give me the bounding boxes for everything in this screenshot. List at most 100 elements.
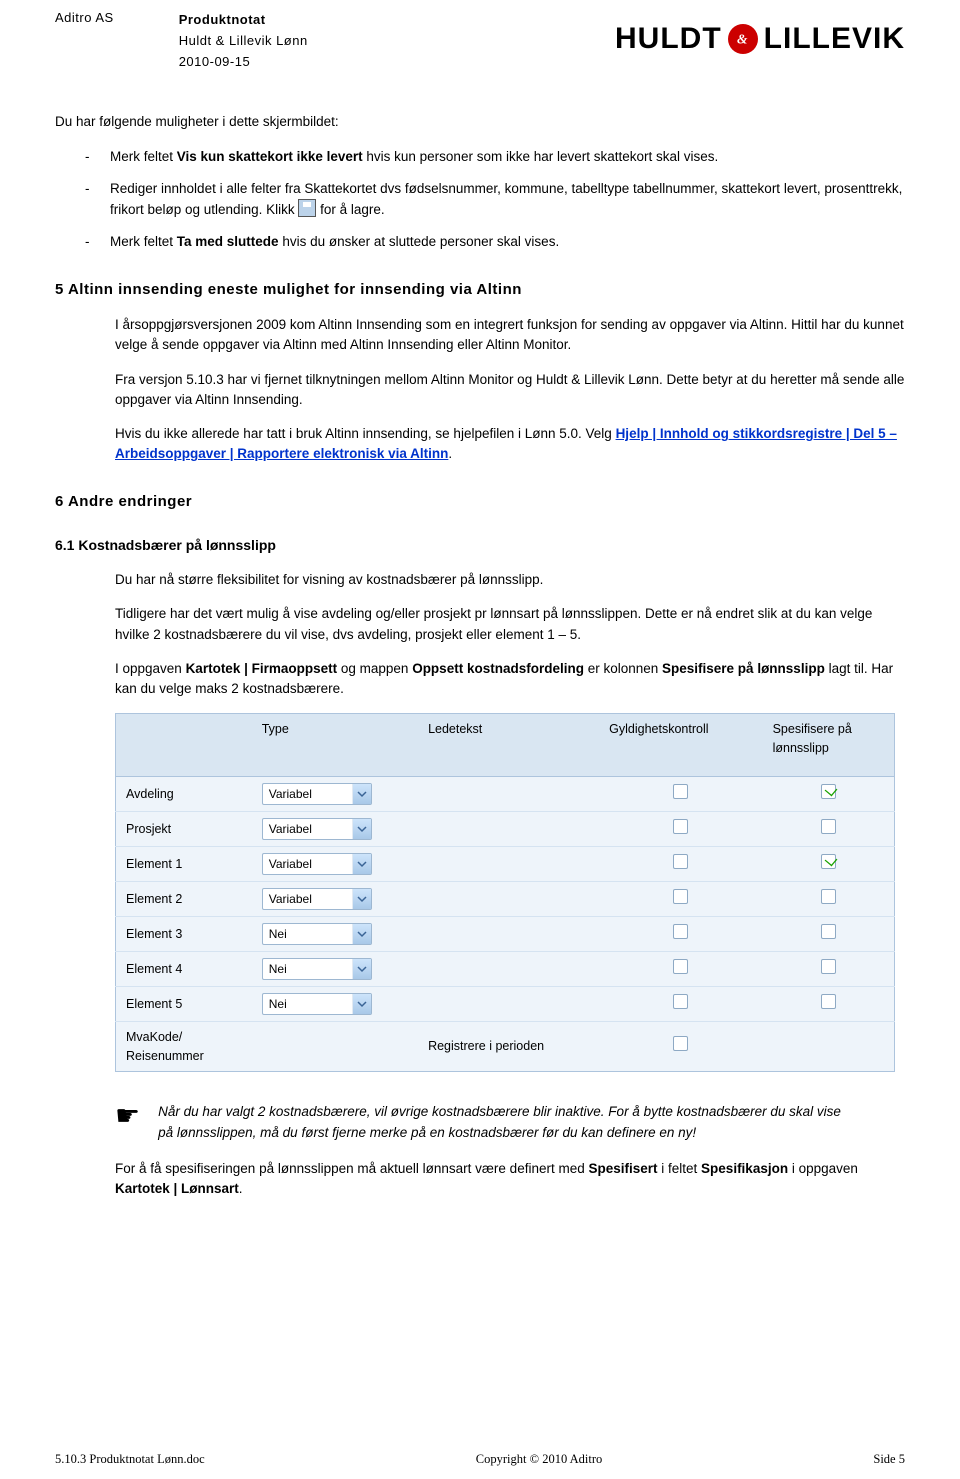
row-gk-cell [599,846,762,881]
t: For å få spesifiseringen på lønnsslippen… [115,1161,588,1176]
t: Kartotek | Lønnsart [115,1181,239,1196]
header-left: Aditro AS Produktnotat Huldt & Lillevik … [55,10,308,72]
dropdown-value: Nei [269,960,287,978]
table-row: Element 4 Nei [116,951,895,986]
sp-checkbox[interactable] [821,784,836,799]
row-type-cell: Variabel [252,846,418,881]
sec5-p1: I årsoppgjørsversjonen 2009 kom Altinn I… [115,315,905,356]
document-body: Du har følgende muligheter i dette skjer… [55,112,905,1199]
chevron-down-icon [352,994,371,1014]
table-row: Element 5 Nei [116,986,895,1021]
row-label: Element 4 [116,951,252,986]
type-dropdown[interactable]: Variabel [262,853,372,875]
header-meta: Produktnotat Huldt & Lillevik Lønn 2010-… [179,10,308,72]
type-dropdown[interactable]: Nei [262,993,372,1015]
logo-text-1: HULDT [615,22,722,56]
sp-checkbox[interactable] [821,924,836,939]
t: Kartotek | Firmaoppsett [186,661,338,676]
row-ledetekst [418,881,599,916]
section-6-1-title: 6.1 Kostnadsbærer på lønnsslipp [55,535,905,556]
header-title: Produktnotat [179,10,308,31]
gk-checkbox[interactable] [673,994,688,1009]
gk-checkbox[interactable] [673,819,688,834]
th-blank [116,714,252,777]
gk-checkbox[interactable] [673,889,688,904]
row-label: Avdeling [116,776,252,811]
t: I oppgaven [115,661,186,676]
row-ledetekst [418,846,599,881]
list-text: Merk feltet [110,149,177,164]
gk-checkbox[interactable] [673,1036,688,1051]
row-label: Element 3 [116,916,252,951]
list-bold: Vis kun skattekort ikke levert [177,149,363,164]
row-label: Element 1 [116,846,252,881]
cost-carrier-table: Type Ledetekst Gyldighetskontroll Spesif… [115,713,895,1072]
table-row: MvaKode/ ReisenummerRegistrere i periode… [116,1021,895,1072]
row-gk-cell [599,986,762,1021]
gk-checkbox[interactable] [673,784,688,799]
header-date: 2010-09-15 [179,52,308,73]
logo-ampersand-icon: & [728,24,758,54]
table-row: Element 1 Variabel [116,846,895,881]
type-dropdown[interactable]: Nei [262,923,372,945]
gk-checkbox[interactable] [673,924,688,939]
gk-checkbox[interactable] [673,959,688,974]
t: Oppsett kostnadsfordeling [412,661,584,676]
dropdown-value: Nei [269,995,287,1013]
row-label: Element 2 [116,881,252,916]
list-item: Merk feltet Vis kun skattekort ikke leve… [85,147,905,167]
dropdown-value: Variabel [269,890,312,908]
dropdown-value: Variabel [269,785,312,803]
header-company: Aditro AS [55,10,114,72]
t: Spesifisere på lønnsslipp [662,661,825,676]
list-item: Merk feltet Ta med sluttede hvis du ønsk… [85,232,905,252]
sp-checkbox[interactable] [821,959,836,974]
chevron-down-icon [352,784,371,804]
table-row: Element 2 Variabel [116,881,895,916]
type-dropdown[interactable]: Variabel [262,888,372,910]
type-dropdown[interactable]: Variabel [262,783,372,805]
table-row: Avdeling Variabel [116,776,895,811]
sp-checkbox[interactable] [821,889,836,904]
dropdown-value: Nei [269,925,287,943]
pointing-hand-icon: ☛ [115,1102,140,1130]
t: Spesifikasjon [701,1161,788,1176]
list-text: Merk feltet [110,234,177,249]
list-text: for å lagre. [316,202,384,217]
list-text: hvis du ønsker at sluttede personer skal… [279,234,560,249]
table-row: Prosjekt Variabel [116,811,895,846]
type-dropdown[interactable]: Variabel [262,818,372,840]
row-sp-cell [763,881,895,916]
row-ledetekst: Registrere i perioden [418,1021,599,1072]
row-type-cell: Nei [252,986,418,1021]
row-ledetekst [418,986,599,1021]
t: Spesifisert [588,1161,657,1176]
row-type-cell: Variabel [252,776,418,811]
sec5-p3-end: . [448,446,452,461]
list-bold: Ta med sluttede [177,234,279,249]
sp-checkbox[interactable] [821,994,836,1009]
row-gk-cell [599,811,762,846]
final-paragraph: For å få spesifiseringen på lønnsslippen… [115,1159,905,1200]
gk-checkbox[interactable] [673,854,688,869]
sec61-p3: I oppgaven Kartotek | Firmaoppsett og ma… [115,659,905,700]
row-type-cell: Nei [252,916,418,951]
t: er kolonnen [584,661,662,676]
sp-checkbox[interactable] [821,854,836,869]
t: i feltet [658,1161,702,1176]
page-header: Aditro AS Produktnotat Huldt & Lillevik … [55,10,905,72]
note-row: ☛ Når du har valgt 2 kostnadsbærere, vil… [115,1102,845,1143]
t: og mappen [337,661,412,676]
row-ledetekst [418,811,599,846]
dropdown-value: Variabel [269,855,312,873]
chevron-down-icon [352,889,371,909]
row-label: Prosjekt [116,811,252,846]
sp-checkbox[interactable] [821,819,836,834]
row-ledetekst [418,776,599,811]
row-sp-cell [763,916,895,951]
row-label: Element 5 [116,986,252,1021]
row-sp-cell [763,776,895,811]
list-item: Rediger innholdet i alle felter fra Skat… [85,179,905,221]
type-dropdown[interactable]: Nei [262,958,372,980]
row-sp-cell [763,951,895,986]
